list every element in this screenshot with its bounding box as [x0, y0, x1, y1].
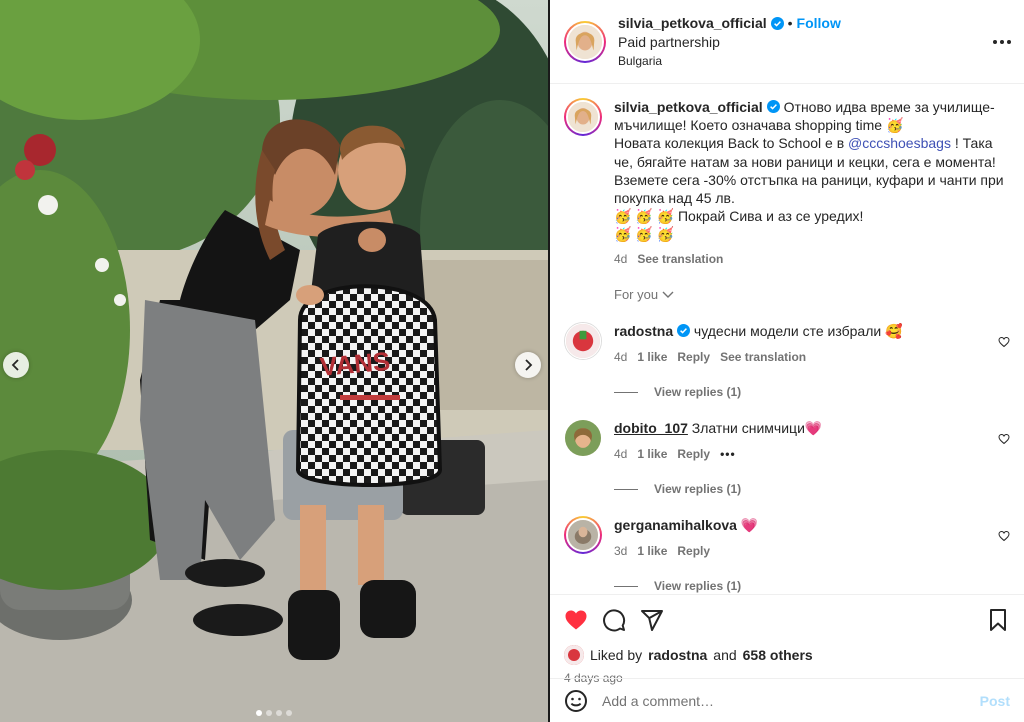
see-translation-button[interactable]: See translation	[637, 252, 723, 268]
caption-time[interactable]: 4d	[614, 252, 627, 268]
comment-text: 💗	[740, 517, 759, 534]
chevron-down-icon	[662, 291, 674, 298]
comment-username[interactable]: radostna	[614, 323, 673, 339]
svg-text:VANS: VANS	[319, 346, 392, 382]
carousel-dot	[256, 710, 262, 716]
comment-time[interactable]: 4d	[614, 349, 627, 365]
comment-likes[interactable]: 1 like	[637, 543, 667, 559]
carousel-dot	[266, 710, 272, 716]
paid-partnership-label[interactable]: Paid partnership	[618, 34, 841, 52]
comment-text: Златни снимчици💗	[691, 420, 823, 437]
view-replies-button[interactable]: View replies (1)	[614, 579, 1010, 593]
post-caption: silvia_petkova_official Отново идва време…	[564, 98, 1010, 267]
comment-time[interactable]: 4d	[614, 446, 627, 462]
avatar-image	[566, 324, 600, 359]
comment-input[interactable]	[602, 692, 980, 709]
comment-time[interactable]: 3d	[614, 543, 627, 559]
caption-text: 🥳 🥳 🥳	[614, 226, 675, 243]
post-actions: Liked by radostna and 658 others 4 days …	[550, 594, 1024, 722]
comment-text: чудесни модели сте избрали 🥰	[693, 323, 903, 340]
post-comment-button[interactable]: Post	[980, 693, 1010, 709]
view-replies-label: View replies (1)	[654, 385, 742, 400]
comment-item: gerganamihalkova 💗 3d 1 like Reply	[564, 516, 1010, 559]
header-separator: •	[787, 14, 793, 31]
avatar-image	[568, 24, 602, 59]
add-comment-bar: Post	[550, 678, 1024, 722]
comments-section[interactable]: silvia_petkova_official Отново идва време…	[550, 84, 1024, 594]
verified-badge-icon	[677, 324, 691, 338]
carousel-dot	[286, 710, 292, 716]
comment-item: dobito_107 Златни снимчици💗 4d 1 like Re…	[564, 419, 1010, 462]
verified-badge-icon	[770, 16, 784, 30]
reply-button[interactable]: Reply	[677, 349, 710, 365]
avatar-image	[568, 520, 598, 551]
verified-badge-icon	[766, 100, 780, 113]
commenter-avatar[interactable]	[564, 322, 602, 361]
liked-by-user[interactable]: radostna	[648, 647, 707, 663]
caption-text: Новата колекция Back to School е в	[614, 135, 849, 152]
heart-filled-icon[interactable]	[564, 608, 588, 632]
comment-username[interactable]: dobito_107	[614, 420, 688, 436]
comment-sort-dropdown[interactable]: For you	[614, 287, 1010, 302]
mention-link[interactable]: @cccshoesbags	[848, 135, 951, 151]
likes-count-button[interactable]: 658 others	[743, 647, 813, 663]
post-media[interactable]: VANS	[0, 0, 548, 722]
post-photo: VANS	[0, 0, 548, 722]
chevron-right-icon	[525, 359, 533, 371]
comment-like-icon[interactable]	[998, 433, 1010, 445]
more-horizontal-icon	[993, 40, 1011, 44]
comment-username[interactable]: gerganamihalkova	[614, 517, 737, 533]
post-dialog: VANS silvia_petkova_official • Follow Pa…	[0, 0, 1024, 722]
avatar-image	[568, 102, 598, 132]
comment-like-icon[interactable]	[998, 336, 1010, 348]
likes-summary: Liked by radostna and 658 others	[564, 645, 1010, 665]
commenter-avatar[interactable]	[564, 516, 602, 555]
more-options-button[interactable]	[990, 30, 1014, 54]
liked-by-and: and	[713, 647, 737, 663]
comment-likes[interactable]: 1 like	[637, 446, 667, 462]
comment-likes[interactable]: 1 like	[637, 349, 667, 365]
see-translation-button[interactable]: See translation	[720, 349, 806, 365]
caption-avatar[interactable]	[564, 98, 602, 136]
view-replies-button[interactable]: View replies (1)	[614, 482, 1010, 496]
smiley-icon[interactable]	[564, 689, 588, 713]
sort-label: For you	[614, 287, 659, 303]
reply-button[interactable]: Reply	[677, 446, 710, 462]
caption-username[interactable]: silvia_petkova_official	[614, 99, 763, 115]
commenter-avatar[interactable]	[564, 419, 602, 458]
next-photo-button[interactable]	[515, 352, 541, 378]
bookmark-icon[interactable]	[986, 608, 1010, 632]
author-avatar[interactable]	[564, 20, 606, 63]
liked-by-prefix: Liked by	[590, 647, 643, 663]
previous-photo-button[interactable]	[3, 352, 29, 378]
author-username[interactable]: silvia_petkova_official	[618, 15, 767, 33]
location-link[interactable]: Bulgaria	[618, 54, 841, 69]
comment-like-icon[interactable]	[998, 530, 1010, 542]
view-replies-button[interactable]: View replies (1)	[614, 385, 1010, 399]
avatar-image	[565, 420, 601, 457]
follow-button[interactable]: Follow	[797, 15, 841, 33]
post-header: silvia_petkova_official • Follow Paid pa…	[550, 0, 1024, 84]
carousel-dot	[276, 710, 282, 716]
post-details-panel: silvia_petkova_official • Follow Paid pa…	[550, 0, 1024, 722]
comment-more-button[interactable]: •••	[720, 446, 736, 462]
caption-text: 🥳 🥳 🥳 Покрай Сива и аз се уредих!	[614, 208, 864, 225]
comment-item: radostna чудесни модели сте избрали 🥰 4d…	[564, 322, 1010, 365]
liker-avatar[interactable]	[564, 645, 584, 665]
avatar-image	[564, 645, 584, 665]
view-replies-label: View replies (1)	[654, 579, 742, 594]
carousel-dots	[0, 710, 548, 716]
comment-bubble-icon[interactable]	[602, 608, 626, 632]
paper-plane-icon[interactable]	[640, 608, 664, 632]
reply-button[interactable]: Reply	[677, 543, 710, 559]
chevron-left-icon	[11, 359, 19, 371]
view-replies-label: View replies (1)	[654, 482, 742, 497]
